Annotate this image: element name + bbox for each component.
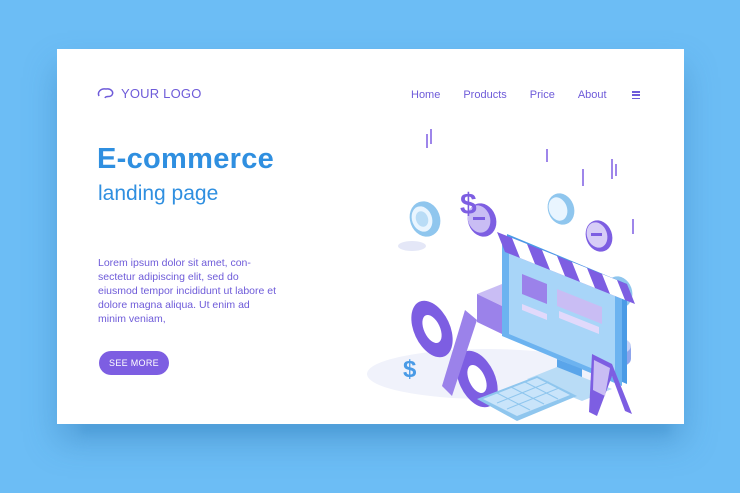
hero-body-text: Lorem ipsum dolor sit amet, con-sectetur… [98, 257, 277, 325]
dollar-sign-icon: $ [403, 356, 417, 383]
see-more-button[interactable]: SEE MORE [99, 351, 169, 375]
logo-icon [97, 87, 114, 98]
main-nav: Home Products Price About [411, 89, 640, 101]
coin-icon [585, 220, 613, 252]
motion-lines [426, 129, 634, 234]
coin-icon [547, 193, 575, 225]
nav-products[interactable]: Products [463, 89, 506, 101]
nav-home[interactable]: Home [411, 89, 440, 101]
hero-title: E-commerce [97, 143, 275, 175]
hamburger-menu-icon[interactable] [631, 91, 640, 99]
hero-subtitle: landing page [98, 182, 219, 205]
nav-price[interactable]: Price [530, 89, 555, 101]
landing-page-card: YOUR LOGO Home Products Price About E-co… [57, 49, 684, 424]
nav-about[interactable]: About [578, 89, 607, 101]
dollar-sign-icon: $ [460, 188, 477, 221]
logo[interactable]: YOUR LOGO [97, 86, 202, 101]
coin-icon [409, 201, 441, 237]
card-shadow [80, 424, 670, 440]
logo-text: YOUR LOGO [121, 86, 202, 101]
ecommerce-illustration: $ $ [367, 129, 635, 421]
